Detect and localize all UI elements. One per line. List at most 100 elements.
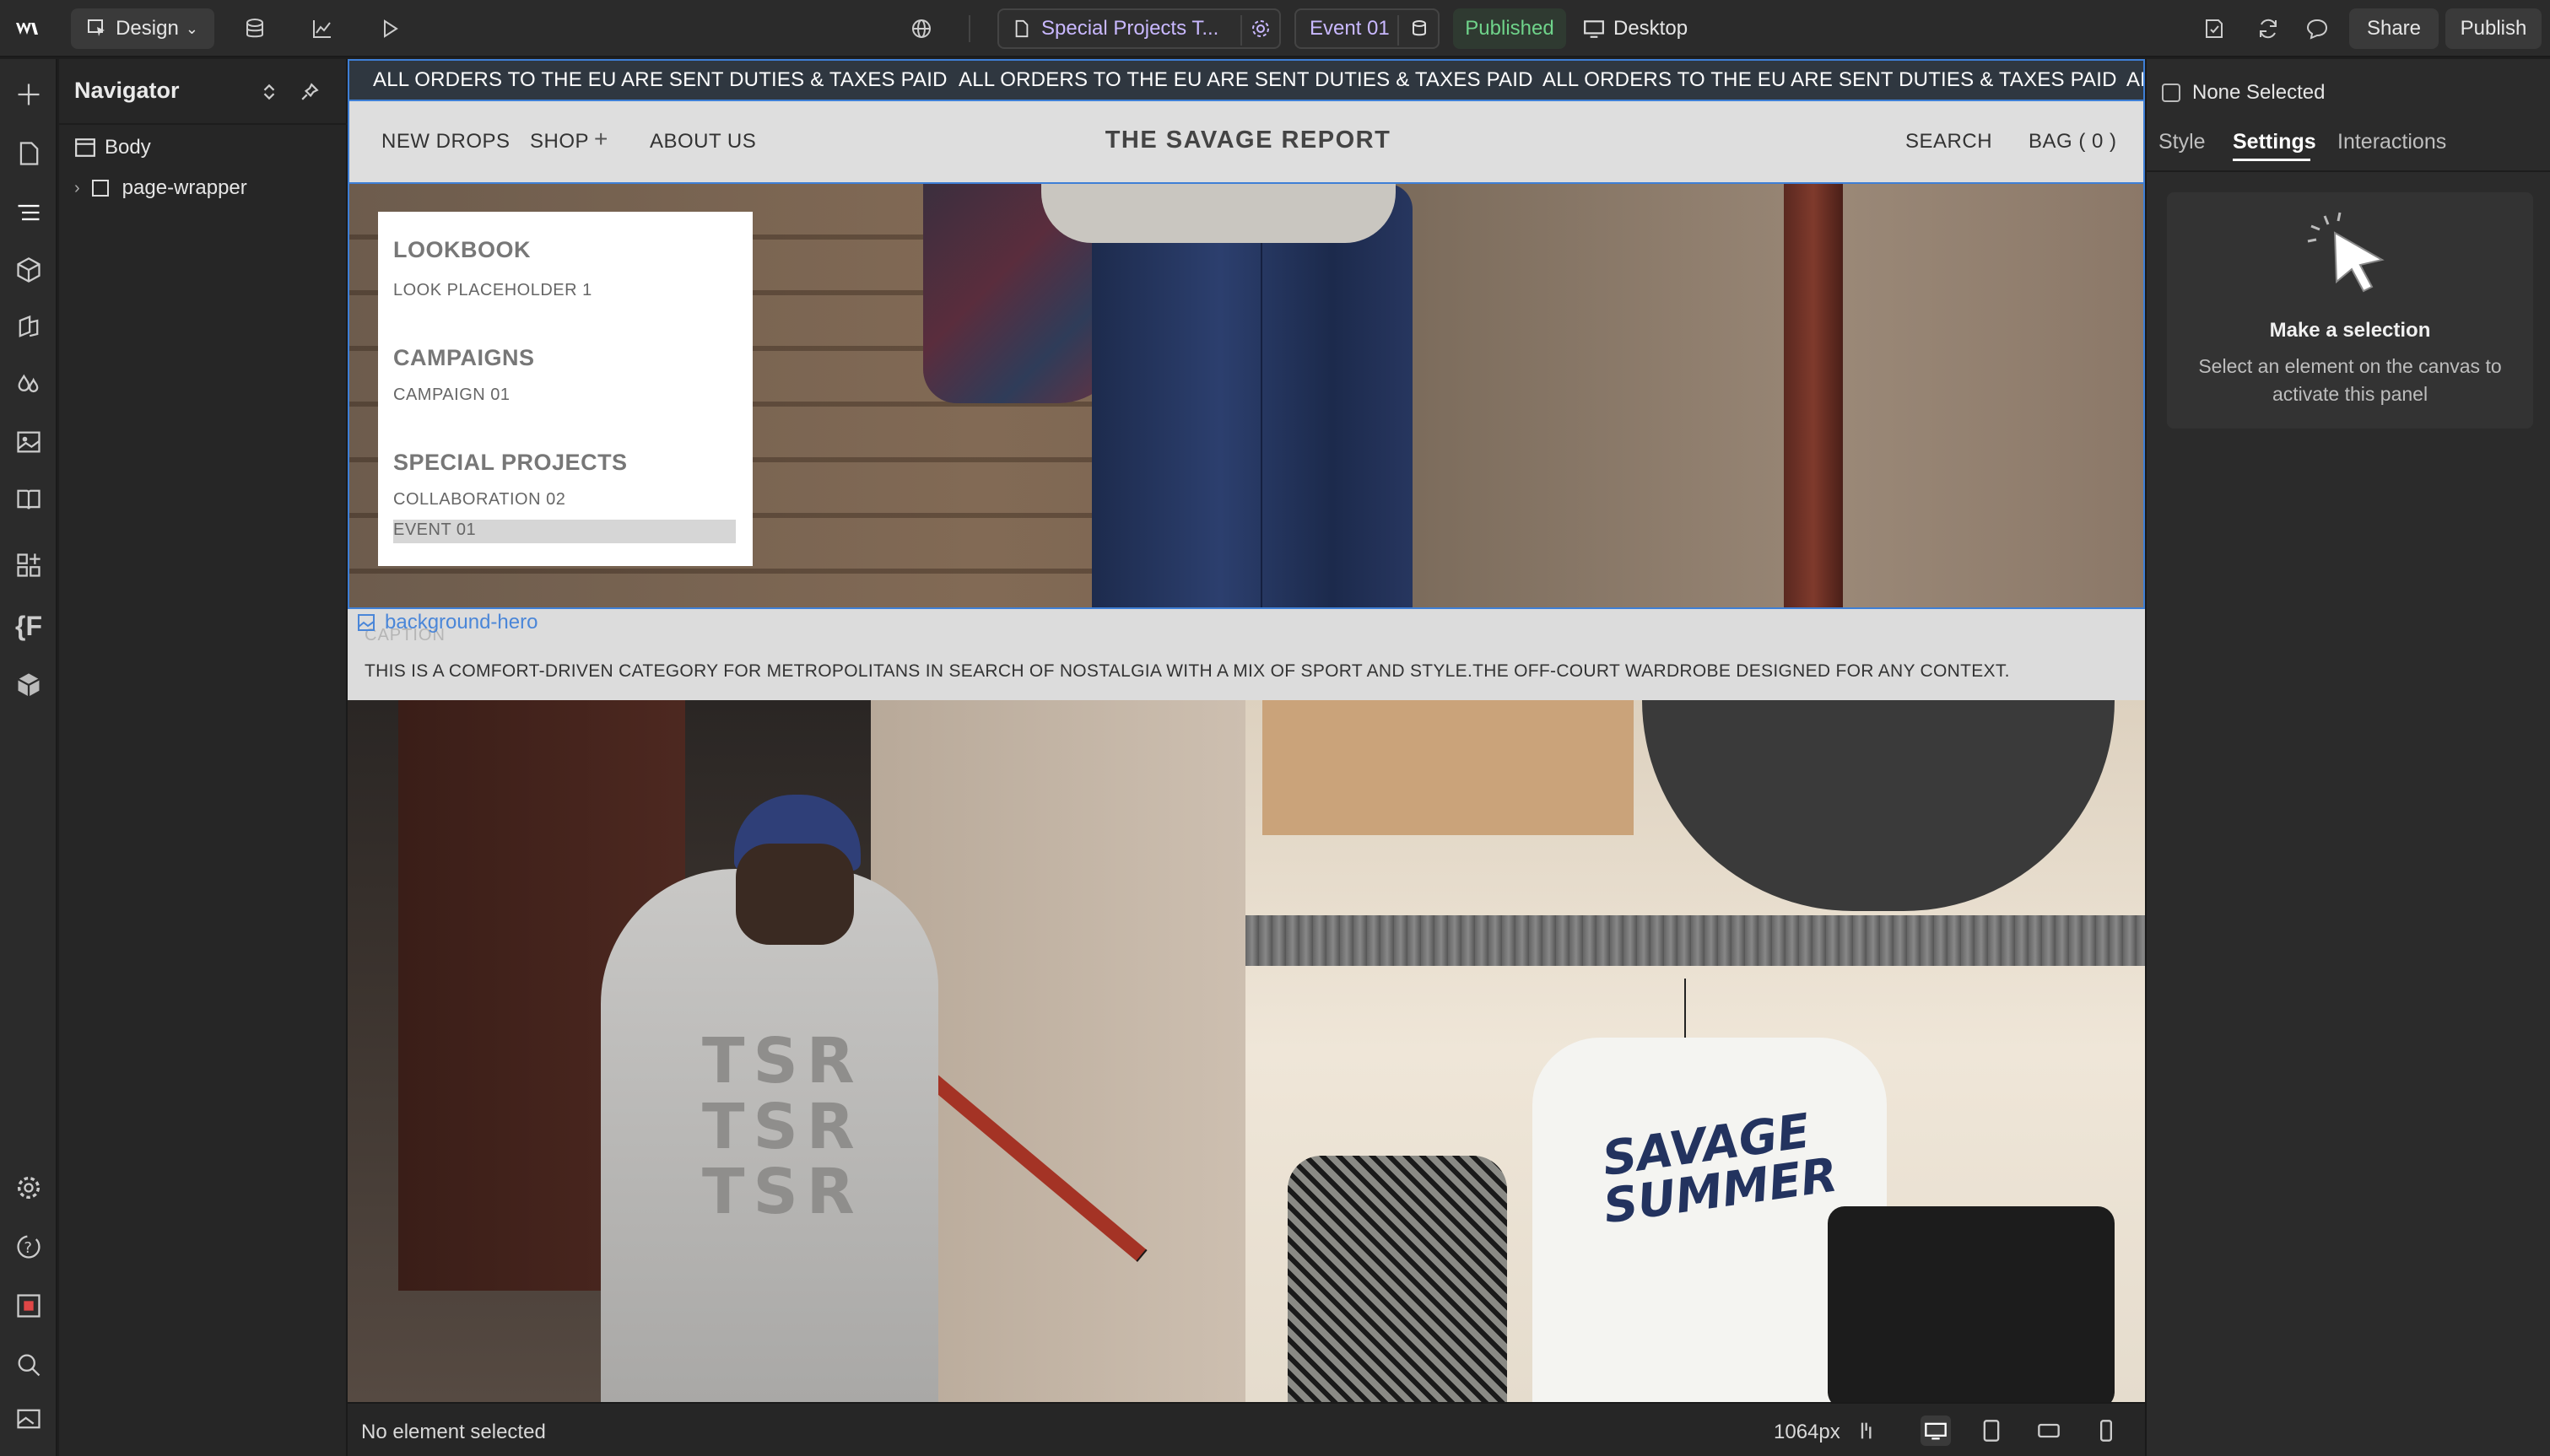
- publish-button-label: Publish: [2460, 17, 2527, 40]
- chevron-right-icon[interactable]: ›: [74, 179, 80, 198]
- analytics-chart-icon[interactable]: [304, 10, 341, 47]
- page-settings-gear-icon[interactable]: [1251, 19, 1271, 39]
- navigator-layers-icon[interactable]: [10, 194, 47, 231]
- design-mode-label: Design: [116, 17, 179, 40]
- product-photo-left[interactable]: TSR TSR TSR: [348, 700, 1245, 1402]
- cms-database-icon[interactable]: [236, 10, 273, 47]
- search-icon[interactable]: [10, 1346, 47, 1383]
- selected-element-label[interactable]: background-hero: [356, 611, 538, 634]
- tree-node-label: page-wrapper: [122, 176, 247, 199]
- apps-grid-icon[interactable]: [10, 547, 47, 584]
- marquee-text: ALL ORDERS TO THE EU ARE SENT DUTIES & T…: [1542, 68, 2117, 91]
- pin-panel-icon[interactable]: [300, 83, 319, 101]
- components-cube-icon[interactable]: [10, 251, 47, 289]
- element-name: background-hero: [385, 611, 538, 634]
- left-tool-rail: {F ?: [0, 59, 57, 1456]
- brand-logo-text[interactable]: THE SAVAGE REPORT: [349, 127, 2145, 154]
- tab-style[interactable]: Style: [2158, 130, 2206, 154]
- selection-indicator[interactable]: None Selected: [2162, 81, 2325, 105]
- canvas-width-readout[interactable]: 1064px: [1774, 1421, 1840, 1444]
- share-button-label: Share: [2366, 17, 2422, 40]
- navigator-header: Navigator: [59, 59, 348, 125]
- page-icon: [1015, 19, 1029, 38]
- page-selector[interactable]: Special Projects T...: [997, 8, 1281, 49]
- feedback-image-icon[interactable]: [10, 1400, 47, 1437]
- collection-item-icon[interactable]: [1409, 19, 1429, 39]
- webflow-designer: Design ⌄ Special Projects T... Event 01: [0, 0, 2550, 1456]
- variables-drops-icon[interactable]: [10, 366, 47, 403]
- event-item-label: Event 01: [1310, 17, 1390, 40]
- desktop-breakpoint-icon[interactable]: [1921, 1416, 1951, 1446]
- card-description: Select an element on the canvas to activ…: [2198, 355, 2502, 405]
- body-frame-icon: [75, 138, 95, 157]
- tab-interactions[interactable]: Interactions: [2337, 130, 2446, 154]
- dropdown-heading-lookbook[interactable]: LOOKBOOK: [393, 237, 531, 263]
- breakpoint-selector[interactable]: Desktop: [1583, 8, 1710, 49]
- navigator-panel: Navigator Body › page-wrapper: [59, 59, 348, 1456]
- marquee-text: ALL ORDERS TO THE EU ARE SENT DUTIES & T…: [959, 68, 1533, 91]
- finsweet-extension-icon[interactable]: {F: [10, 607, 47, 644]
- caption-paragraph[interactable]: THIS IS A COMFORT-DRIVEN CATEGORY FOR ME…: [365, 661, 2010, 682]
- style-selectors-icon[interactable]: [10, 309, 47, 346]
- tree-node-body[interactable]: Body: [59, 128, 348, 167]
- site-navbar[interactable]: NEW DROPS SHOP + ABOUT US THE SAVAGE REP…: [348, 101, 2145, 182]
- mobile-landscape-icon[interactable]: [2034, 1416, 2064, 1446]
- right-settings-panel: None Selected Style Settings Interaction…: [2145, 59, 2550, 1456]
- selection-checkbox[interactable]: [2162, 84, 2180, 102]
- tree-node-label: Body: [105, 136, 151, 159]
- cursor-icon: [88, 19, 105, 36]
- 3d-box-extension-icon[interactable]: [10, 666, 47, 704]
- active-tab-indicator: [2233, 159, 2310, 161]
- add-plus-icon[interactable]: [10, 76, 47, 113]
- recording-stop-icon[interactable]: [10, 1287, 47, 1324]
- top-bar: Design ⌄ Special Projects T... Event 01: [0, 0, 2550, 57]
- comments-bubble-icon[interactable]: [2299, 10, 2336, 47]
- image-element-icon: [358, 614, 375, 631]
- tablet-breakpoint-icon[interactable]: [1976, 1416, 2007, 1446]
- cms-item-selector[interactable]: Event 01: [1294, 8, 1440, 49]
- webflow-logo-icon[interactable]: [8, 10, 46, 47]
- marquee-text: AL: [2126, 68, 2143, 91]
- nav-link-bag[interactable]: BAG ( 0 ): [2029, 130, 2117, 154]
- design-mode-dropdown[interactable]: Design ⌄: [71, 8, 214, 49]
- selection-label: None Selected: [2192, 81, 2326, 104]
- pages-icon[interactable]: [10, 135, 47, 172]
- tree-node-page-wrapper[interactable]: › page-wrapper: [59, 169, 348, 208]
- dropdown-link-active[interactable]: EVENT 01: [393, 520, 476, 540]
- sync-refresh-icon[interactable]: [2250, 10, 2287, 47]
- selection-status: No element selected: [361, 1421, 546, 1443]
- assets-image-icon[interactable]: [10, 423, 47, 461]
- cms-book-icon[interactable]: [10, 481, 47, 518]
- published-status-badge[interactable]: Published: [1453, 8, 1566, 49]
- preview-play-icon[interactable]: [371, 10, 408, 47]
- empty-selection-card: Make a selection Select an element on th…: [2167, 192, 2533, 429]
- announcement-marquee[interactable]: ALL ORDERS TO THE EU ARE SENT DUTIES & T…: [348, 59, 2145, 101]
- product-photo-right[interactable]: SAVAGE SUMMER: [1245, 700, 2145, 1402]
- tab-settings[interactable]: Settings: [2233, 130, 2316, 154]
- div-block-icon: [91, 180, 109, 197]
- width-adjust-icon[interactable]: [1853, 1416, 1883, 1446]
- audit-check-icon[interactable]: [2196, 10, 2233, 47]
- dropdown-link[interactable]: LOOK PLACEHOLDER 1: [393, 281, 592, 300]
- dropdown-heading-campaigns[interactable]: CAMPAIGNS: [393, 345, 535, 371]
- card-title: Make a selection: [2269, 319, 2431, 342]
- settings-gear-icon[interactable]: [10, 1169, 47, 1206]
- publish-button[interactable]: Publish: [2445, 8, 2542, 49]
- shop-dropdown-menu: LOOKBOOK LOOK PLACEHOLDER 1 CAMPAIGNS CA…: [378, 212, 753, 566]
- desktop-monitor-icon: [1584, 20, 1604, 38]
- navigator-title: Navigator: [74, 78, 180, 103]
- chevron-down-icon: ⌄: [185, 19, 198, 37]
- mobile-portrait-icon[interactable]: [2091, 1416, 2121, 1446]
- share-button[interactable]: Share: [2349, 8, 2439, 49]
- nav-link-search[interactable]: SEARCH: [1905, 130, 1992, 154]
- dropdown-link[interactable]: CAMPAIGN 01: [393, 386, 511, 405]
- cursor-pointer-icon: [2307, 212, 2385, 293]
- dropdown-link[interactable]: COLLABORATION 02: [393, 490, 565, 510]
- marquee-text: ALL ORDERS TO THE EU ARE SENT DUTIES & T…: [373, 68, 948, 91]
- design-canvas[interactable]: ALL ORDERS TO THE EU ARE SENT DUTIES & T…: [348, 59, 2145, 1402]
- help-question-icon[interactable]: ?: [10, 1228, 47, 1265]
- globe-locale-icon[interactable]: [903, 10, 940, 47]
- svg-text:?: ?: [24, 1239, 32, 1257]
- dropdown-heading-special-projects[interactable]: SPECIAL PROJECTS: [393, 450, 628, 476]
- expand-collapse-icon[interactable]: [260, 83, 278, 101]
